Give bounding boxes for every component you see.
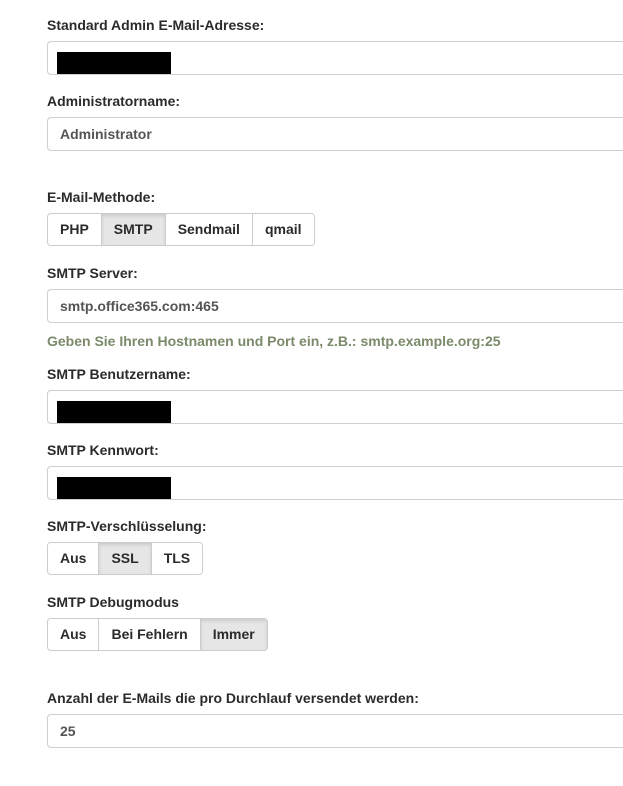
debug-off-button[interactable]: Aus bbox=[48, 619, 99, 650]
smtp-server-group: SMTP Server: Geben Sie Ihren Hostnamen u… bbox=[47, 264, 623, 350]
smtp-password-label: SMTP Kennwort: bbox=[47, 442, 159, 458]
encryption-off-button[interactable]: Aus bbox=[48, 543, 99, 574]
encryption-tls-button[interactable]: TLS bbox=[150, 543, 203, 574]
debug-on-error-button[interactable]: Bei Fehlern bbox=[98, 619, 200, 650]
admin-email-group: Standard Admin E-Mail-Adresse: bbox=[47, 16, 623, 75]
redaction-bar bbox=[57, 52, 171, 74]
mails-per-run-group: Anzahl der E-Mails die pro Durchlauf ver… bbox=[47, 689, 623, 748]
smtp-encryption-button-group: Aus SSL TLS bbox=[47, 542, 204, 575]
redaction-bar bbox=[57, 477, 171, 499]
smtp-debug-label: SMTP Debugmodus bbox=[47, 594, 179, 610]
smtp-server-label: SMTP Server: bbox=[47, 265, 138, 281]
mail-method-qmail-button[interactable]: qmail bbox=[251, 214, 314, 245]
redaction-bar bbox=[57, 401, 171, 423]
admin-name-group: Administratorname: bbox=[47, 92, 623, 151]
smtp-debug-group: SMTP Debugmodus Aus Bei Fehlern Immer bbox=[47, 593, 623, 651]
debug-always-button[interactable]: Immer bbox=[199, 619, 267, 650]
admin-name-input[interactable] bbox=[47, 117, 623, 151]
mail-method-button-group: PHP SMTP Sendmail qmail bbox=[47, 213, 315, 246]
admin-name-label: Administratorname: bbox=[47, 93, 181, 109]
smtp-username-field-wrap bbox=[47, 390, 623, 424]
smtp-password-field-wrap bbox=[47, 466, 623, 500]
smtp-server-input[interactable] bbox=[47, 289, 623, 323]
mails-per-run-label: Anzahl der E-Mails die pro Durchlauf ver… bbox=[47, 690, 419, 706]
mails-per-run-input[interactable] bbox=[47, 714, 623, 748]
smtp-username-label: SMTP Benutzername: bbox=[47, 366, 191, 382]
smtp-server-hint: Geben Sie Ihren Hostnamen und Port ein, … bbox=[47, 333, 501, 349]
smtp-encryption-group: SMTP-Verschlüsselung: Aus SSL TLS bbox=[47, 517, 623, 575]
smtp-encryption-label: SMTP-Verschlüsselung: bbox=[47, 518, 207, 534]
admin-email-label: Standard Admin E-Mail-Adresse: bbox=[47, 17, 265, 33]
mail-method-sendmail-button[interactable]: Sendmail bbox=[164, 214, 252, 245]
mail-method-group: E-Mail-Methode: PHP SMTP Sendmail qmail bbox=[47, 188, 623, 246]
mail-method-php-button[interactable]: PHP bbox=[48, 214, 101, 245]
mail-method-smtp-button[interactable]: SMTP bbox=[100, 214, 165, 245]
encryption-ssl-button[interactable]: SSL bbox=[98, 543, 151, 574]
admin-email-field-wrap bbox=[47, 41, 623, 75]
mail-method-label: E-Mail-Methode: bbox=[47, 189, 156, 205]
smtp-username-group: SMTP Benutzername: bbox=[47, 365, 623, 424]
smtp-debug-button-group: Aus Bei Fehlern Immer bbox=[47, 618, 268, 651]
smtp-password-group: SMTP Kennwort: bbox=[47, 441, 623, 500]
